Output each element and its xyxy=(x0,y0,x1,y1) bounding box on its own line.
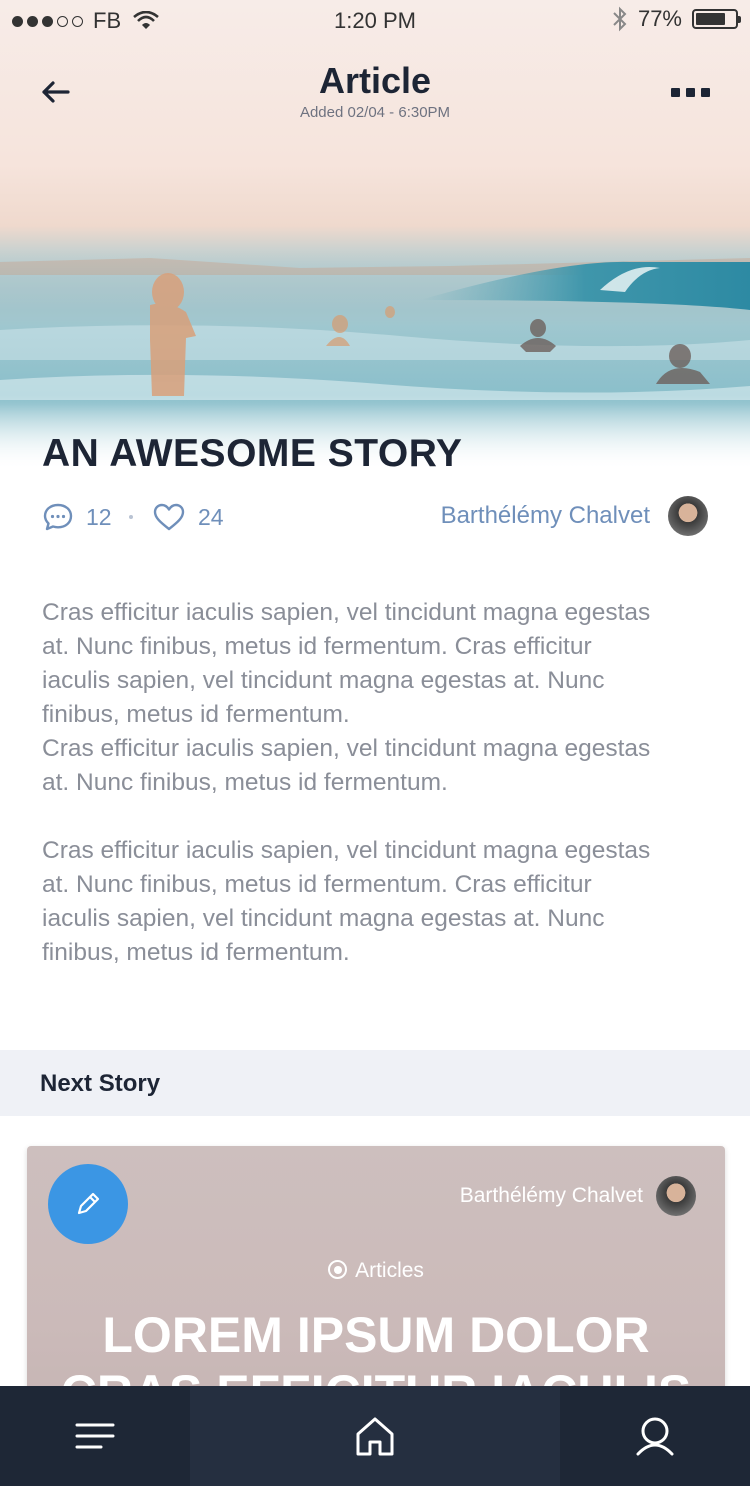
battery-percent: 77% xyxy=(637,6,682,31)
more-icon[interactable] xyxy=(671,88,710,97)
status-bar: FB 1:20 PM 77% xyxy=(0,0,750,40)
edit-button[interactable] xyxy=(48,1164,128,1244)
author-name[interactable]: Barthélémy Chalvet xyxy=(441,502,650,530)
page-subtitle: Added 02/04 - 6:30PM xyxy=(299,104,451,121)
tab-menu[interactable] xyxy=(0,1386,190,1486)
card-author-avatar xyxy=(656,1176,696,1216)
more-dot xyxy=(671,88,680,97)
article-title: AN AWESOME STORY xyxy=(42,432,463,475)
more-dot xyxy=(701,88,710,97)
tab-search[interactable] xyxy=(560,1386,750,1486)
home-icon xyxy=(356,1417,394,1456)
tab-bar xyxy=(0,1386,750,1486)
article-paragraph: Cras efficitur iaculis sapien, vel tinci… xyxy=(42,837,651,966)
article-body: Cras efficitur iaculis sapien, vel tinci… xyxy=(42,596,710,970)
next-story-title: Next Story xyxy=(40,1070,161,1097)
tab-home[interactable] xyxy=(190,1386,560,1486)
menu-icon xyxy=(75,1423,115,1449)
card-category-label: Articles xyxy=(355,1259,424,1282)
article-paragraph: Cras efficitur iaculis sapien, vel tinci… xyxy=(42,599,651,796)
likes-count: 24 xyxy=(198,503,224,530)
target-icon xyxy=(328,1260,348,1279)
comments-count: 12 xyxy=(86,503,112,530)
battery-fill xyxy=(696,13,726,25)
card-author-name: Barthélémy Chalvet xyxy=(459,1184,643,1207)
more-dot xyxy=(686,88,695,97)
heart-icon xyxy=(153,503,185,531)
comment-icon xyxy=(43,503,73,531)
likes-button[interactable]: 24 xyxy=(152,502,224,532)
battery-icon xyxy=(692,9,741,29)
card-category: Articles xyxy=(27,1259,725,1283)
page-title: Article xyxy=(318,60,432,101)
article-meta: 12 24 Barthélémy Chalvet xyxy=(42,496,708,538)
bluetooth-icon xyxy=(613,6,627,32)
comments-button[interactable]: 12 xyxy=(42,502,112,532)
next-story-header: Next Story xyxy=(0,1050,750,1116)
pencil-icon xyxy=(77,1192,100,1215)
search-icon xyxy=(636,1417,674,1456)
author-avatar[interactable] xyxy=(668,496,708,536)
meta-separator xyxy=(129,515,133,519)
